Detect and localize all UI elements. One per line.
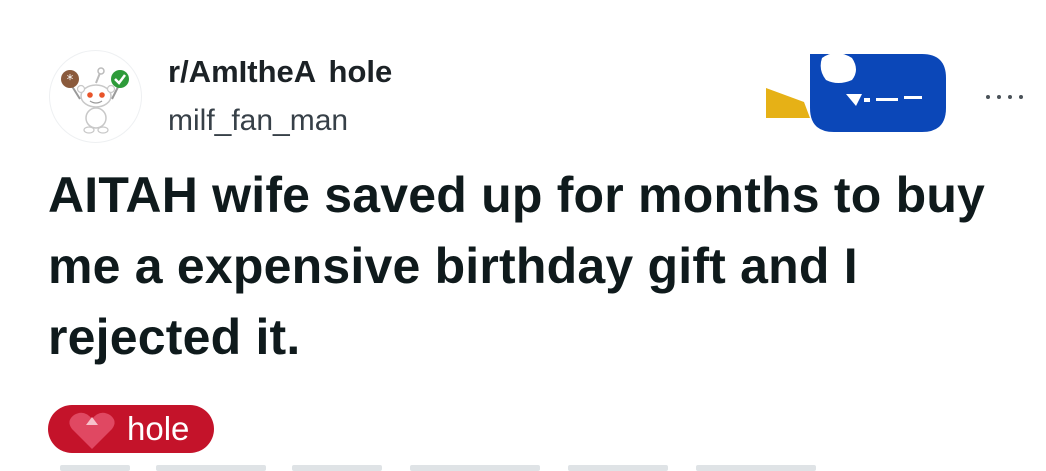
post-title[interactable]: AITAH wife saved up for months to buy me… bbox=[48, 160, 1008, 373]
more-dot bbox=[997, 95, 1001, 99]
heart-icon bbox=[62, 405, 122, 455]
body-line-fragment bbox=[156, 465, 266, 471]
body-line-fragment bbox=[292, 465, 382, 471]
body-line-fragment bbox=[696, 465, 816, 471]
post-view: * r/AmItheA hole milf_fan_man AITAH wife… bbox=[0, 0, 1046, 471]
subreddit-link[interactable]: r/AmItheA hole bbox=[168, 54, 392, 90]
post-flair[interactable]: hole bbox=[48, 405, 214, 453]
flair-label: hole bbox=[127, 410, 190, 447]
post-author[interactable]: milf_fan_man bbox=[168, 103, 348, 139]
more-dot bbox=[1019, 95, 1023, 99]
svg-text:*: * bbox=[67, 73, 74, 88]
more-dot bbox=[986, 95, 990, 99]
more-dot bbox=[1008, 95, 1012, 99]
more-options-icon[interactable] bbox=[982, 86, 1026, 108]
post-body-preview bbox=[60, 463, 840, 471]
award-icon[interactable] bbox=[764, 50, 948, 136]
body-line-fragment bbox=[410, 465, 540, 471]
body-line-fragment bbox=[60, 465, 130, 471]
body-line-fragment bbox=[568, 465, 668, 471]
snoo-avatar-icon[interactable]: * bbox=[49, 50, 142, 143]
